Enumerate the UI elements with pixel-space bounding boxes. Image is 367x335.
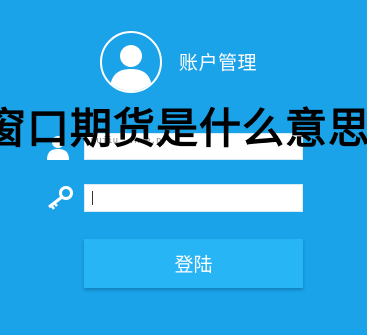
login-button[interactable]: 登陆 [84, 239, 303, 288]
page-title: 账户管理 [179, 52, 258, 74]
key-icon [44, 186, 74, 210]
user-avatar-icon [100, 31, 162, 93]
overlay-text: 窗口期货是什么意思 [0, 104, 367, 153]
text-caret [92, 191, 93, 205]
password-input[interactable] [84, 184, 303, 212]
